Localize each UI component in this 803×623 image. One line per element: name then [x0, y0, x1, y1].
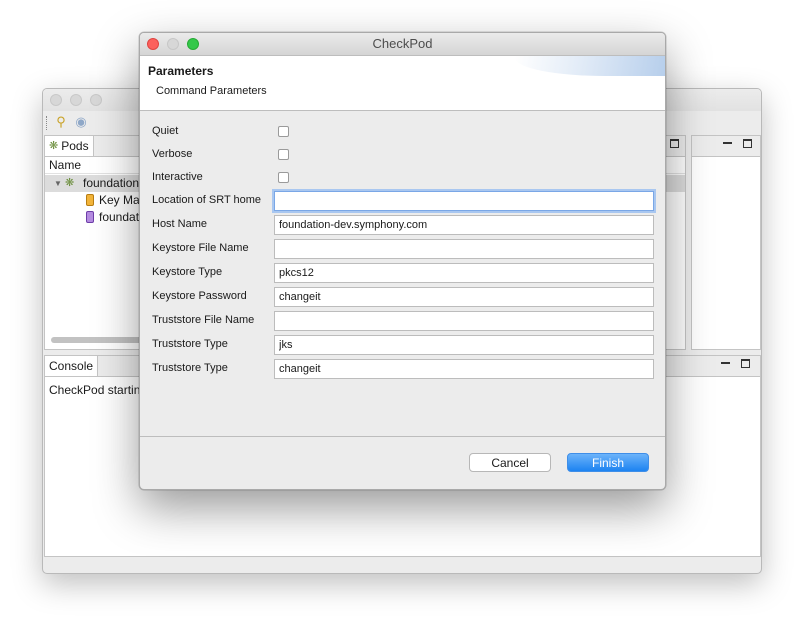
tab-pods[interactable]: ❋ Pods	[45, 136, 94, 156]
keystore-password-input[interactable]	[274, 287, 654, 307]
right-side-panel	[691, 135, 761, 350]
dialog-minimize-button	[167, 38, 179, 50]
foundation-node-icon	[86, 211, 94, 223]
main-close-button[interactable]	[50, 94, 62, 106]
interactive-checkbox[interactable]	[278, 172, 289, 183]
pods-maximize-icon[interactable]	[670, 139, 679, 148]
dialog-close-button[interactable]	[147, 38, 159, 50]
right-panel-maximize-icon[interactable]	[743, 139, 752, 148]
truststore-password-input[interactable]	[274, 359, 654, 379]
pods-horizontal-scrollbar[interactable]	[51, 337, 151, 343]
console-maximize-icon[interactable]	[741, 359, 750, 368]
right-panel-tabbar	[692, 136, 760, 157]
keystore-type-label: Keystore Type	[152, 266, 223, 278]
console-tab-label: Console	[49, 359, 94, 373]
check-pod-tool-icon[interactable]: ⚲	[53, 114, 69, 130]
verbose-label: Verbose	[152, 148, 193, 160]
interactive-label: Interactive	[152, 171, 203, 183]
keystore-password-label: Keystore Password	[152, 290, 247, 302]
dialog-zoom-button[interactable]	[187, 38, 199, 50]
keystore-type-input[interactable]	[274, 263, 654, 283]
tree-item-label: foundation	[83, 176, 140, 190]
pod-icon: ❋	[65, 177, 75, 189]
cancel-button[interactable]: Cancel	[469, 453, 551, 472]
truststore-file-label: Truststore File Name	[152, 314, 255, 326]
truststore-type-input[interactable]	[274, 335, 654, 355]
parameters-subheading: Command Parameters	[156, 85, 267, 97]
console-minimize-icon[interactable]	[721, 362, 730, 364]
key-manager-icon	[86, 194, 94, 206]
toolbar-grip	[46, 116, 49, 130]
parameters-heading: Parameters	[148, 64, 214, 78]
tree-item-label: foundat	[99, 210, 140, 224]
button-bar-separator	[140, 436, 665, 437]
host-name-label: Host Name	[152, 218, 208, 230]
verbose-checkbox[interactable]	[278, 149, 289, 160]
truststore-file-input[interactable]	[274, 311, 654, 331]
truststore-type-label: Truststore Type	[152, 338, 228, 350]
checkpod-dialog: CheckPod Parameters Command Parameters Q…	[139, 32, 666, 490]
quiet-label: Quiet	[152, 125, 179, 137]
main-minimize-button[interactable]	[70, 94, 82, 106]
tab-console[interactable]: Console	[45, 356, 99, 376]
keystore-file-label: Keystore File Name	[152, 242, 249, 254]
banner-decoration	[515, 56, 665, 76]
tree-item-label: Key Mar	[99, 193, 144, 207]
keystore-file-input[interactable]	[274, 239, 654, 259]
pods-tab-label: Pods	[61, 139, 89, 153]
dialog-header: Parameters Command Parameters	[140, 56, 665, 111]
dialog-titlebar: CheckPod	[140, 33, 665, 56]
console-output: CheckPod startin	[49, 383, 141, 397]
right-panel-minimize-icon[interactable]	[723, 142, 732, 144]
pods-icon: ❋	[49, 140, 59, 152]
quiet-checkbox[interactable]	[278, 126, 289, 137]
truststore-password-label: Truststore Type	[152, 362, 228, 374]
refresh-tool-icon[interactable]: ◉	[73, 114, 89, 130]
main-zoom-button[interactable]	[90, 94, 102, 106]
srt-home-label: Location of SRT home	[152, 194, 262, 206]
expand-triangle-icon[interactable]: ▼	[53, 175, 63, 192]
host-name-input[interactable]	[274, 215, 654, 235]
srt-home-input[interactable]	[274, 191, 654, 211]
dialog-title: CheckPod	[372, 36, 433, 51]
finish-button[interactable]: Finish	[567, 453, 649, 472]
